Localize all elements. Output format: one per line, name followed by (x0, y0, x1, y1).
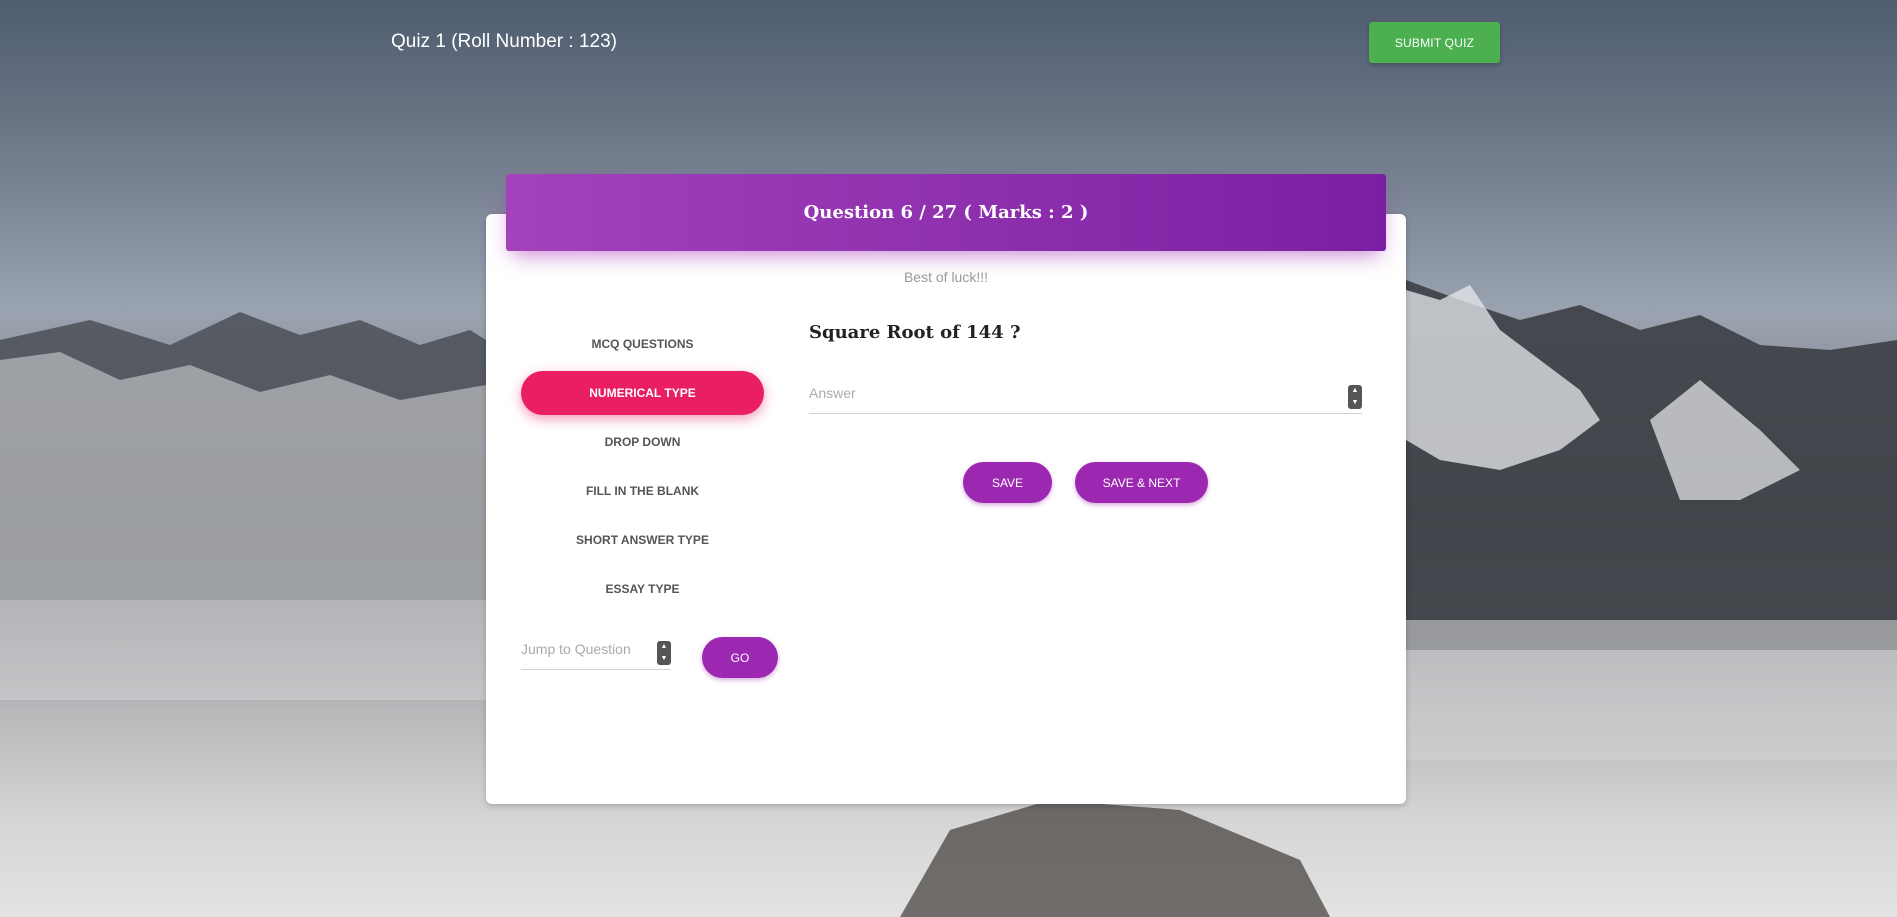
nav-item-essay-type[interactable]: ESSAY TYPE (521, 567, 764, 611)
chevron-down-icon[interactable]: ▼ (661, 655, 668, 663)
jump-to-question-input[interactable] (521, 637, 651, 661)
nav-item-drop-down[interactable]: DROP DOWN (521, 420, 764, 464)
jump-to-question-field: ▲ ▼ (521, 637, 671, 670)
nav-item-numerical-type[interactable]: NUMERICAL TYPE (521, 371, 764, 415)
save-button[interactable]: SAVE (963, 462, 1052, 503)
number-spinner-icon[interactable]: ▲ ▼ (1348, 385, 1362, 409)
number-spinner-icon[interactable]: ▲ ▼ (657, 641, 671, 665)
question-text: Square Root of 144 ? (809, 322, 1021, 343)
question-type-nav: MCQ QUESTIONS NUMERICAL TYPE DROP DOWN F… (521, 322, 764, 616)
nav-item-mcq-questions[interactable]: MCQ QUESTIONS (521, 322, 764, 366)
chevron-up-icon[interactable]: ▲ (1352, 387, 1359, 395)
go-button[interactable]: GO (702, 637, 778, 678)
save-and-next-button[interactable]: SAVE & NEXT (1075, 462, 1208, 503)
nav-item-short-answer-type[interactable]: SHORT ANSWER TYPE (521, 518, 764, 562)
answer-input[interactable] (809, 381, 1329, 405)
quiz-title: Quiz 1 (Roll Number : 123) (391, 31, 617, 52)
subtitle: Best of luck!!! (903, 269, 989, 285)
chevron-down-icon[interactable]: ▼ (1352, 399, 1359, 407)
question-header: Question 6 / 27 ( Marks : 2 ) (506, 174, 1386, 251)
answer-field: ▲ ▼ (809, 381, 1362, 414)
submit-quiz-button[interactable]: SUBMIT QUIZ (1369, 22, 1500, 63)
nav-item-fill-in-the-blank[interactable]: FILL IN THE BLANK (521, 469, 764, 513)
chevron-up-icon[interactable]: ▲ (661, 643, 668, 651)
